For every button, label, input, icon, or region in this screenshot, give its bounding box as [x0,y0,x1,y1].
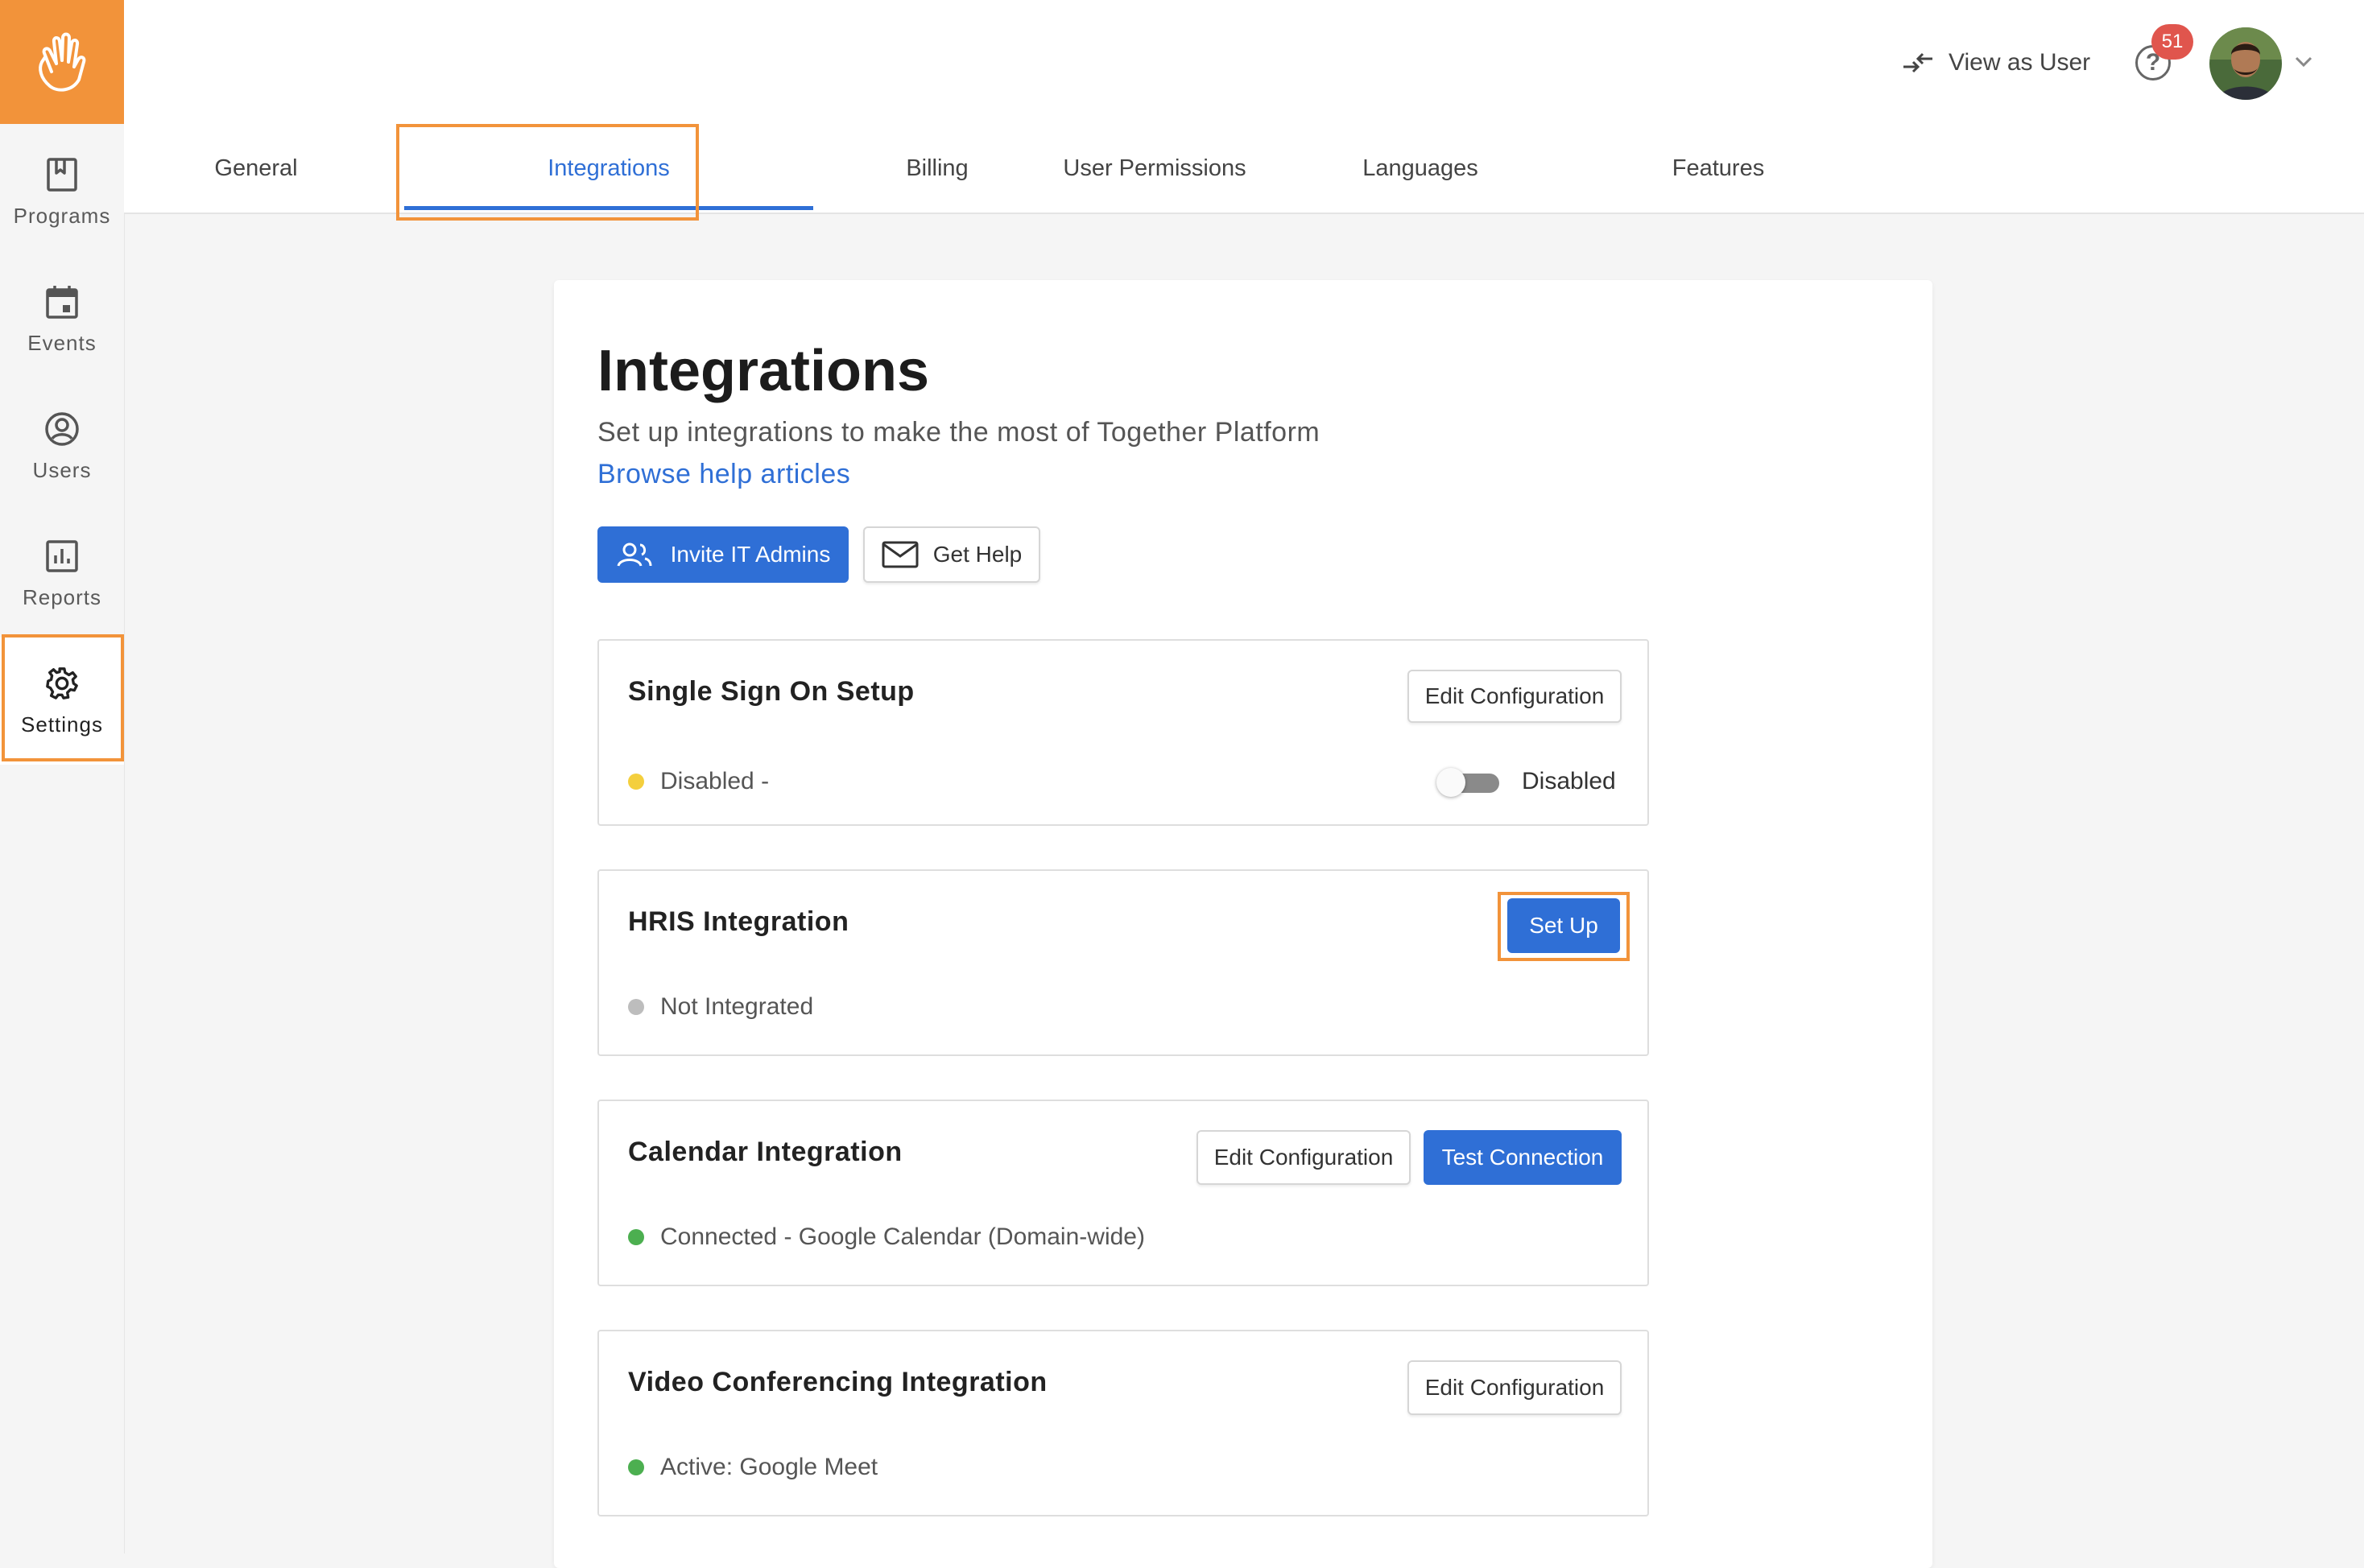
sso-status-text: Disabled - [660,768,770,794]
chevron-down-icon[interactable] [2293,52,2314,72]
calendar-status: Connected - Google Calendar (Domain-wide… [628,1223,1145,1251]
calendar-edit-configuration-button[interactable]: Edit Configuration [1196,1130,1411,1185]
calendar-title: Calendar Integration [628,1137,903,1167]
user-circle-icon [44,411,80,447]
browse-help-link[interactable]: Browse help articles [597,459,850,490]
video-status: Active: Google Meet [628,1454,878,1481]
hris-title: HRIS Integration [628,906,849,937]
hris-status: Not Integrated [628,993,813,1021]
swap-arrows-icon [1903,52,1932,73]
sidebar-item-programs[interactable]: Programs [0,129,124,256]
tab-billing[interactable]: Billing [857,124,1018,213]
get-help-button[interactable]: Get Help [863,526,1040,583]
page-title: Integrations [597,339,930,403]
status-dot [628,1459,644,1475]
invite-it-admins-label: Invite IT Admins [670,542,831,567]
status-dot [628,999,644,1015]
gear-icon [44,666,80,701]
view-as-user-label: View as User [1949,49,2091,76]
video-edit-configuration-button[interactable]: Edit Configuration [1407,1360,1622,1415]
sidebar-item-label: Settings [21,712,103,737]
video-title: Video Conferencing Integration [628,1367,1048,1397]
tab-languages[interactable]: Languages [1316,124,1525,213]
tab-features[interactable]: Features [1614,124,1823,213]
sidebar-item-events[interactable]: Events [0,256,124,383]
sso-title: Single Sign On Setup [628,676,915,707]
people-icon [617,543,652,567]
view-as-user-button[interactable]: View as User [1902,45,2090,80]
sidebar-item-users[interactable]: Users [0,383,124,510]
sso-toggle[interactable] [1436,768,1501,797]
invite-it-admins-button[interactable]: Invite IT Admins [597,526,849,583]
test-connection-button[interactable]: Test Connection [1424,1130,1622,1185]
sidebar-item-settings[interactable]: Settings [0,638,124,765]
calendar-section: Calendar Integration Edit Configuration … [597,1100,1649,1286]
tab-general[interactable]: General [205,124,308,213]
page-subtitle: Set up integrations to make the most of … [597,417,1320,448]
sidebar-item-label: Events [27,330,97,355]
hand-wave-icon [39,32,86,92]
video-conferencing-section: Video Conferencing Integration Edit Conf… [597,1330,1649,1516]
sidebar-item-reports[interactable]: Reports [0,510,124,638]
settings-tabs: General Integrations Billing User Permis… [124,124,2364,214]
video-status-text: Active: Google Meet [660,1454,878,1480]
status-dot [628,1229,644,1245]
mail-icon [882,541,919,568]
active-tab-indicator [404,206,813,210]
sidebar-item-label: Users [32,457,92,482]
logo[interactable] [0,0,124,124]
tab-user-permissions[interactable]: User Permissions [1010,124,1300,213]
notification-badge: 51 [2151,24,2193,60]
sso-edit-configuration-button[interactable]: Edit Configuration [1407,670,1622,723]
status-dot [628,774,644,790]
sso-status: Disabled - [628,768,769,795]
sidebar-item-label: Reports [22,584,102,609]
avatar[interactable] [2209,27,2282,100]
hris-section: HRIS Integration Set Up Not Integrated [597,869,1649,1056]
chart-icon [44,538,80,574]
sidebar: Programs Events Users Reports Settings [0,0,125,1554]
tab-integrations[interactable]: Integrations [404,124,813,213]
sso-section: Single Sign On Setup Edit Configuration … [597,639,1649,826]
sso-toggle-label: Disabled [1522,768,1616,794]
sidebar-item-label: Programs [13,203,111,228]
hris-set-up-button[interactable]: Set Up [1507,898,1620,953]
bookmark-icon [44,157,80,192]
calendar-status-text: Connected - Google Calendar (Domain-wide… [660,1223,1145,1250]
get-help-label: Get Help [932,542,1023,567]
calendar-icon [44,284,80,320]
hris-status-text: Not Integrated [660,993,814,1020]
